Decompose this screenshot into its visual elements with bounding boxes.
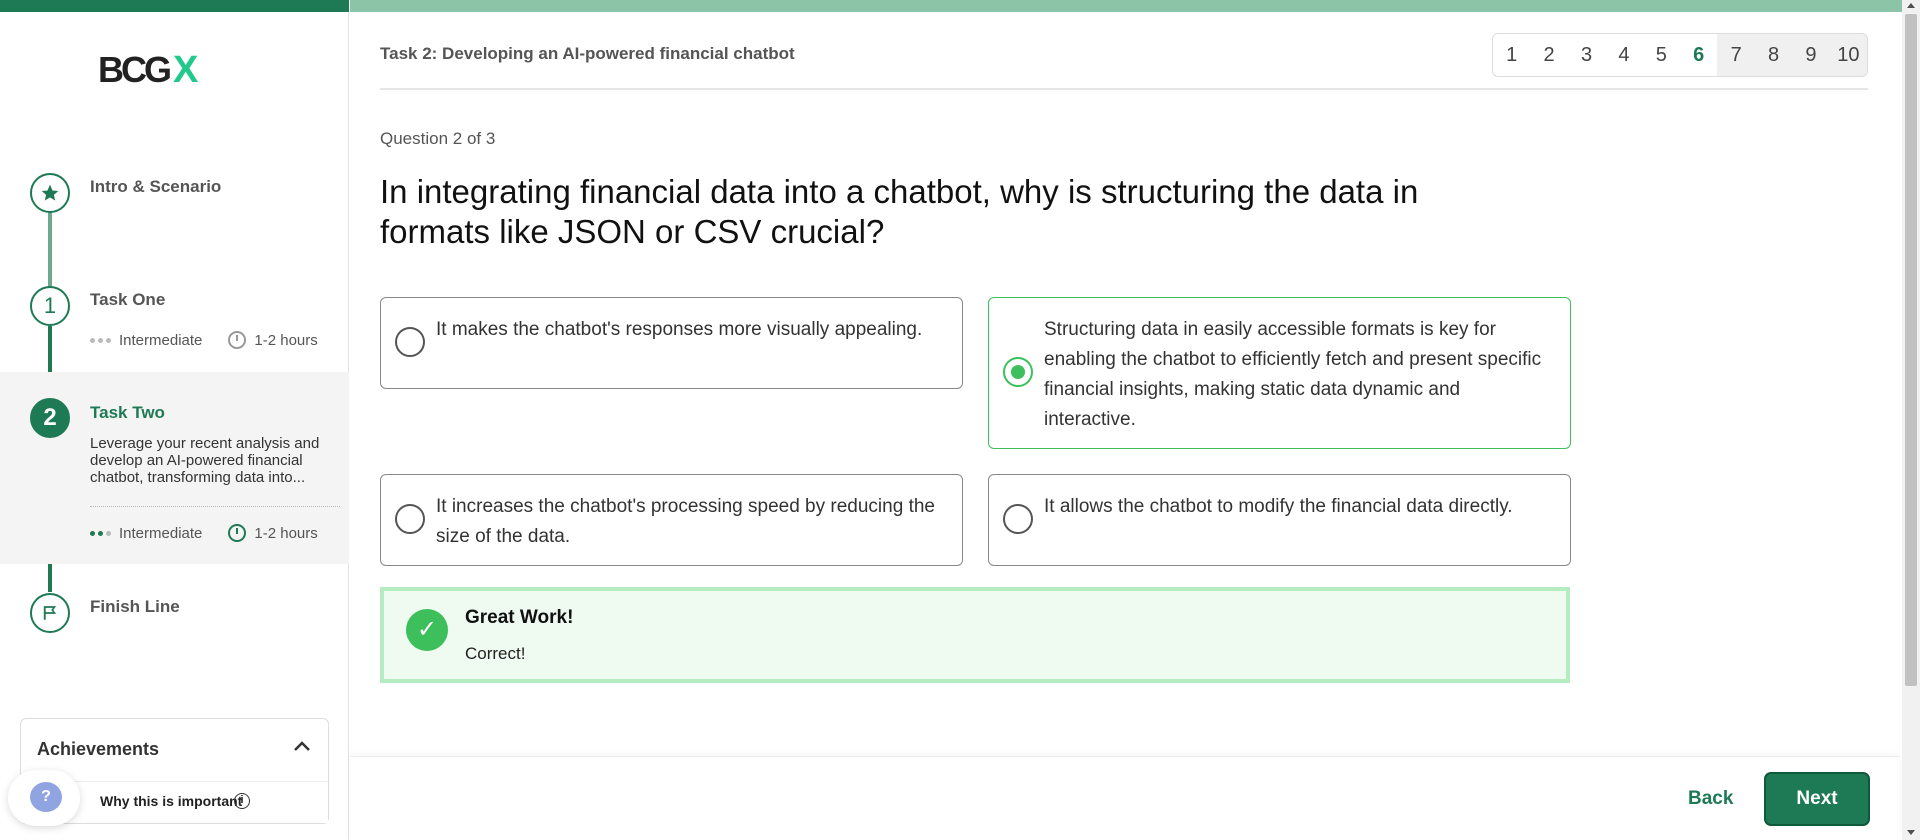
help-button[interactable]: ? bbox=[8, 770, 80, 826]
task-two-meta: Intermediate 1-2 hours bbox=[90, 524, 318, 542]
question-counter: Question 2 of 3 bbox=[380, 129, 496, 148]
footer-bar bbox=[350, 756, 1900, 840]
answer-text: It makes the chatbot's responses more vi… bbox=[436, 319, 923, 340]
scrollbar-thumb[interactable] bbox=[1905, 14, 1917, 686]
duration-label: 1-2 hours bbox=[254, 331, 318, 349]
radio-button-selected[interactable] bbox=[1003, 357, 1033, 387]
clock-icon bbox=[228, 331, 247, 349]
page-button[interactable]: 4 bbox=[1605, 34, 1642, 76]
answer-option[interactable]: It increases the chatbot's processing sp… bbox=[380, 474, 963, 566]
difficulty-dots-icon bbox=[90, 337, 111, 343]
page-button[interactable]: 3 bbox=[1568, 34, 1605, 76]
timeline-connector bbox=[48, 212, 52, 290]
answer-text: Structuring data in easily accessible fo… bbox=[1044, 319, 1542, 430]
level-label: Intermediate bbox=[119, 331, 203, 349]
step-title-intro[interactable]: Intro & Scenario bbox=[90, 177, 221, 197]
star-icon[interactable] bbox=[30, 173, 70, 213]
task-two-description: Leverage your recent analysis and develo… bbox=[90, 435, 320, 486]
question-text: In integrating financial data into a cha… bbox=[380, 173, 1419, 250]
duration-label: 1-2 hours bbox=[254, 524, 318, 542]
page-button[interactable]: 9 bbox=[1792, 34, 1830, 76]
step-number-2[interactable]: 2 bbox=[30, 398, 70, 438]
feedback-banner: ✓ Great Work! Correct! bbox=[380, 587, 1570, 683]
page-button[interactable]: 8 bbox=[1754, 34, 1793, 76]
clock-icon bbox=[228, 524, 247, 542]
task-title: Task 2: Developing an AI-powered financi… bbox=[380, 44, 795, 63]
feedback-body: Correct! bbox=[465, 644, 526, 663]
scroll-down-arrow-icon[interactable] bbox=[1907, 830, 1915, 835]
sidebar: BCG X Intro & Scenario 1 Task One Interm… bbox=[0, 0, 349, 840]
page-button[interactable]: 1 bbox=[1493, 34, 1530, 76]
logo-accent: X bbox=[173, 48, 199, 91]
sidebar-top-bar bbox=[0, 0, 349, 12]
answer-option[interactable]: It allows the chatbot to modify the fina… bbox=[988, 474, 1571, 566]
next-button[interactable]: Next bbox=[1764, 772, 1870, 826]
bcg-x-logo[interactable]: BCG X bbox=[98, 49, 198, 91]
page-button-current[interactable]: 6 bbox=[1680, 34, 1717, 76]
flag-icon[interactable] bbox=[30, 593, 70, 633]
info-icon[interactable]: i bbox=[234, 793, 250, 809]
answer-option[interactable]: It makes the chatbot's responses more vi… bbox=[380, 297, 963, 389]
step-title-task-one[interactable]: Task One bbox=[90, 290, 165, 310]
step-number-1[interactable]: 1 bbox=[30, 286, 70, 326]
why-important-link[interactable]: Why this is important bbox=[100, 793, 242, 809]
answer-text: It allows the chatbot to modify the fina… bbox=[1044, 496, 1513, 517]
task-one-meta: Intermediate 1-2 hours bbox=[90, 331, 318, 349]
step-title-finish[interactable]: Finish Line bbox=[90, 597, 180, 617]
page-button[interactable]: 5 bbox=[1643, 34, 1680, 76]
question-pager: 1 2 3 4 5 6 7 8 9 10 bbox=[1492, 33, 1868, 77]
radio-button[interactable] bbox=[395, 327, 425, 357]
page-button[interactable]: 10 bbox=[1829, 34, 1867, 76]
scrollbar[interactable] bbox=[1902, 0, 1920, 840]
checkmark-icon: ✓ bbox=[406, 609, 448, 651]
answer-text: It increases the chatbot's processing sp… bbox=[436, 496, 935, 547]
scroll-up-arrow-icon[interactable] bbox=[1907, 3, 1915, 8]
radio-button[interactable] bbox=[395, 504, 425, 534]
page-button[interactable]: 7 bbox=[1717, 34, 1755, 76]
logo-text: BCG bbox=[98, 49, 172, 90]
radio-button[interactable] bbox=[1003, 504, 1033, 534]
progress-top-bar bbox=[350, 0, 1920, 12]
difficulty-dots-icon bbox=[90, 530, 111, 536]
feedback-title: Great Work! bbox=[465, 607, 574, 628]
back-button[interactable]: Back bbox=[1688, 788, 1733, 810]
help-icon: ? bbox=[30, 782, 62, 812]
answer-option-selected[interactable]: Structuring data in easily accessible fo… bbox=[988, 297, 1571, 449]
chevron-up-icon[interactable] bbox=[290, 735, 314, 759]
divider bbox=[90, 506, 340, 507]
page-button[interactable]: 2 bbox=[1530, 34, 1567, 76]
level-label: Intermediate bbox=[119, 524, 203, 542]
step-title-task-two[interactable]: Task Two bbox=[90, 403, 165, 423]
achievements-title: Achievements bbox=[37, 739, 160, 759]
header-divider bbox=[380, 88, 1868, 90]
